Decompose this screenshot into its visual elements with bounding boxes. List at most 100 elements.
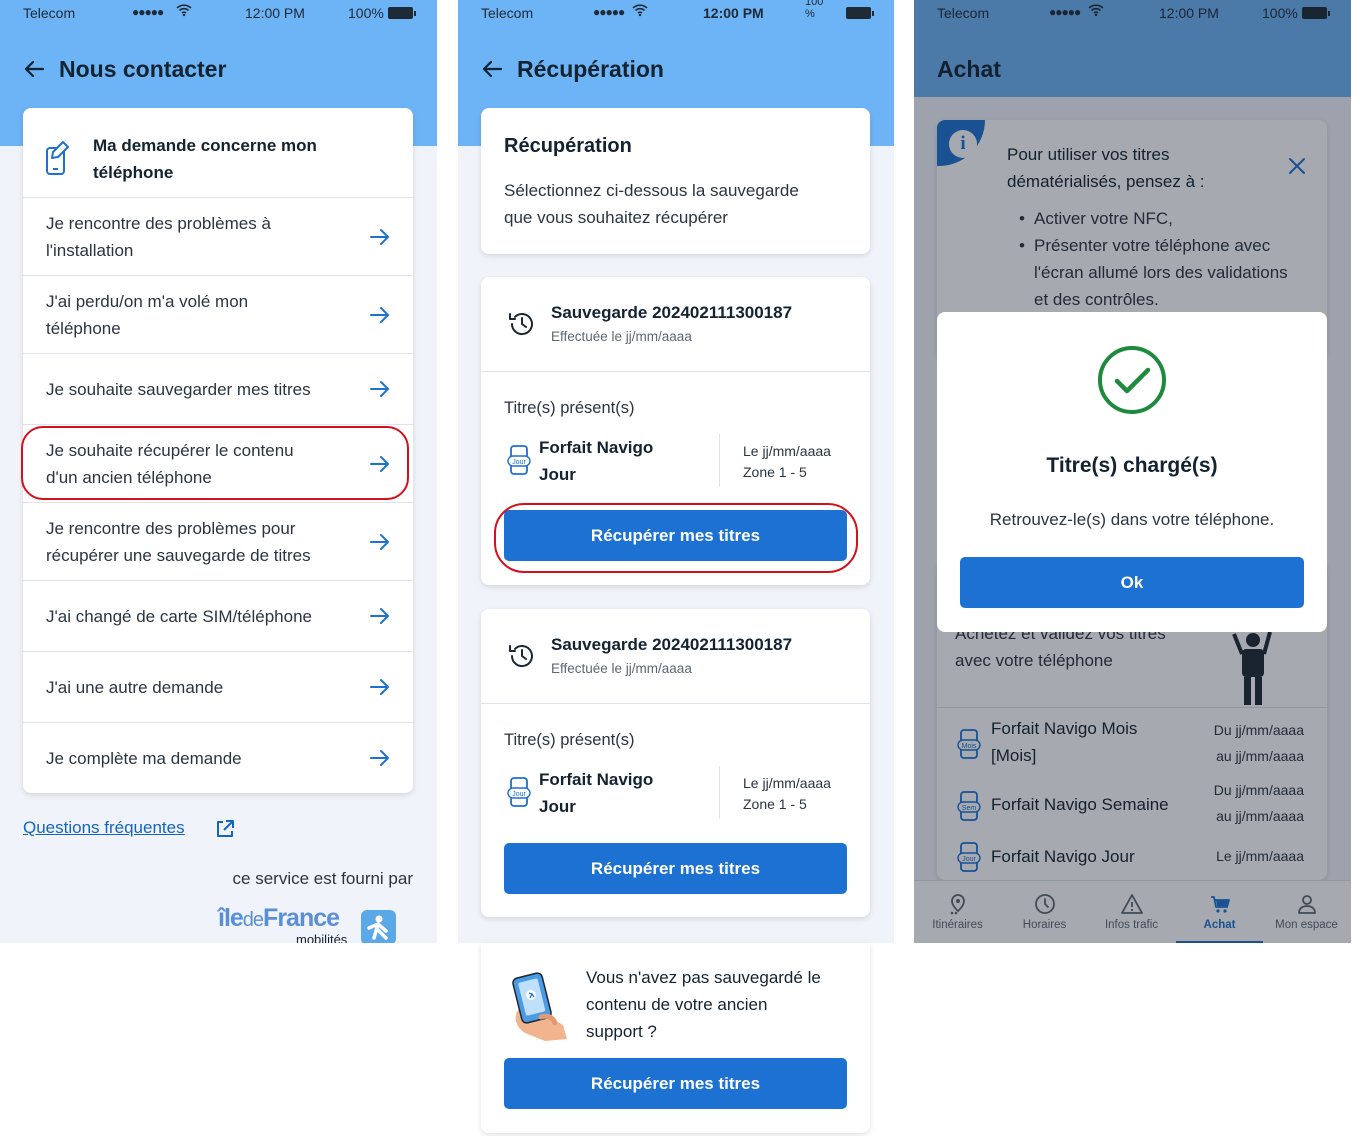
ticket-zone: Zone 1 - 5 [743, 464, 807, 480]
screen-contact: Telecom ●●●●● 12:00 PM 100% Nous contact… [0, 0, 437, 943]
menu-item-label: Je complète ma demande [46, 748, 242, 768]
arrow-right-icon [370, 228, 389, 245]
modal-title: Titre(s) chargé(s) [1046, 454, 1218, 477]
status-bar: Telecom ●●●●● 12:00 PM 100 % [458, 0, 894, 28]
menu-item-label: l'installation [46, 240, 134, 260]
nav-bar: Récupération [481, 54, 664, 84]
ticket-name-line: Jour [539, 465, 576, 484]
status-bar: Telecom ●●●●● 12:00 PM 100% [0, 0, 437, 28]
menu-header-line1: Ma demande concerne mon [93, 136, 317, 155]
faq-link[interactable]: Questions fréquentes [23, 818, 185, 838]
menu-item-label: récupérer une sauvegarde de titres [46, 545, 311, 565]
backup-date: Effectuée le jj/mm/aaaa [551, 329, 692, 344]
idf-mobilites-logo: îledeFrance mobilités [218, 904, 398, 943]
check-circle-icon [1098, 346, 1166, 414]
menu-item-save-titles[interactable]: Je souhaite sauvegarder mes titres [23, 353, 413, 424]
highlight-ring [494, 503, 858, 573]
ticket-zone: Zone 1 - 5 [743, 796, 807, 812]
battery-percent: 100% [348, 5, 384, 21]
no-backup-line: support ? [586, 1022, 657, 1041]
intro-title: Récupération [504, 135, 632, 157]
nav-bar: Nous contacter [23, 54, 226, 84]
titles-label: Titre(s) présent(s) [504, 731, 635, 749]
no-backup-line: contenu de votre ancien [586, 995, 768, 1014]
logo-text: de [242, 909, 264, 931]
navigo-jour-icon: Jour [507, 444, 533, 481]
menu-item-label: téléphone [46, 318, 121, 338]
ticket-name: Forfait Navigo Jour [539, 766, 653, 820]
backup-date: Effectuée le jj/mm/aaaa [551, 661, 692, 676]
menu-item-complete-request[interactable]: Je complète ma demande [23, 722, 413, 793]
screen-purchase: Telecom ●●●●● 12:00 PM 100% Achat i Pour… [914, 0, 1351, 943]
menu-item-lost-phone[interactable]: J'ai perdu/on m'a volé mon téléphone [23, 275, 413, 353]
validity-date: jj/mm/aaaa [762, 443, 831, 459]
titles-label: Titre(s) présent(s) [504, 399, 635, 417]
menu-item-sim-change[interactable]: J'ai changé de carte SIM/téléphone [23, 580, 413, 651]
ok-button[interactable]: Ok [960, 557, 1304, 608]
menu-item-installation[interactable]: Je rencontre des problèmes à l'installati… [23, 197, 413, 275]
ticket-name: Forfait Navigo Jour [539, 434, 653, 488]
signal-icon: ●●●●● [593, 5, 625, 19]
success-modal: Titre(s) chargé(s) Retrouvez-le(s) dans … [937, 312, 1327, 632]
arrow-right-icon [370, 306, 389, 323]
modal-text: Retrouvez-le(s) dans votre téléphone. [989, 510, 1275, 529]
provided-by: ce service est fourni par [232, 869, 413, 888]
menu-item-label: Je rencontre des problèmes à [46, 213, 271, 233]
ticket-name-line: Forfait Navigo [539, 438, 654, 457]
page-title: Récupération [517, 55, 664, 82]
menu-item-label: J'ai une autre demande [46, 677, 224, 697]
menu-item-backup-problems[interactable]: Je rencontre des problèmes pour récupérer… [23, 502, 413, 580]
validity-date: jj/mm/aaaa [762, 775, 831, 791]
no-backup-card: Vous n'avez pas sauvegardé le contenu de… [481, 943, 870, 1133]
recover-titles-button[interactable]: Récupérer mes titres [504, 1058, 847, 1109]
logo-text: île [218, 904, 244, 932]
screen-recovery: Telecom ●●●●● 12:00 PM 100 % Récupératio… [458, 0, 894, 1136]
highlight-ring [21, 426, 409, 500]
menu-item-label: J'ai perdu/on m'a volé mon [46, 291, 249, 311]
clock: 12:00 PM [245, 5, 305, 21]
ticket-validity: Le jj/mm/aaaa Zone 1 - 5 [743, 773, 831, 815]
menu-item-label: J'ai changé de carte SIM/téléphone [46, 606, 312, 626]
divider [719, 434, 720, 487]
battery-icon [388, 7, 416, 19]
ticket-badge-text: Jour [512, 459, 526, 466]
arrow-right-icon [370, 679, 389, 695]
navigo-jour-icon: Jour [507, 776, 533, 813]
ticket-validity: Le jj/mm/aaaa Zone 1 - 5 [743, 441, 831, 483]
arrow-right-icon [370, 381, 389, 397]
ticket-name-line: Forfait Navigo [539, 770, 654, 789]
signal-icon: ●●●●● [132, 5, 164, 19]
no-backup-line: Vous n'avez pas sauvegardé le [586, 968, 821, 987]
divider [719, 766, 720, 819]
external-link-icon[interactable] [215, 819, 235, 839]
menu-item-other[interactable]: J'ai une autre demande [23, 651, 413, 722]
clock: 12:00 PM [703, 5, 764, 21]
phone-edit-icon [43, 138, 73, 181]
intro-text-line: que vous souhaitez récupérer [504, 208, 728, 227]
back-arrow-icon[interactable] [23, 58, 45, 80]
wifi-icon [176, 3, 192, 20]
logo-text: France [263, 904, 340, 932]
carrier: Telecom [23, 5, 76, 21]
history-icon [509, 645, 533, 668]
menu-header: Ma demande concerne mon téléphone [93, 132, 317, 186]
logo-mark [361, 910, 396, 943]
intro-text: Sélectionnez ci-dessous la sauvegarde qu… [504, 177, 799, 231]
back-arrow-icon[interactable] [481, 58, 503, 80]
ticket-badge-text: Jour [512, 791, 526, 798]
recover-titles-button[interactable]: Récupérer mes titres [504, 843, 847, 894]
divider [481, 371, 870, 372]
validity-prefix: Le [743, 775, 763, 791]
validity-prefix: Le [743, 443, 763, 459]
no-backup-text: Vous n'avez pas sauvegardé le contenu de… [586, 964, 821, 1045]
hand-phone-illustration [511, 969, 577, 1046]
carrier: Telecom [481, 5, 534, 21]
backup-name: Sauvegarde 202402111300187 [551, 303, 793, 322]
backup-name: Sauvegarde 202402111300187 [551, 635, 793, 654]
menu-header-line2: téléphone [93, 163, 174, 182]
backup-card: Sauvegarde 202402111300187 Effectuée le … [481, 609, 870, 917]
intro-text-line: Sélectionnez ci-dessous la sauvegarde [504, 181, 799, 200]
logo-subtext: mobilités [296, 932, 348, 943]
battery-percent: 100 % [805, 0, 824, 20]
page-title: Nous contacter [59, 55, 227, 82]
